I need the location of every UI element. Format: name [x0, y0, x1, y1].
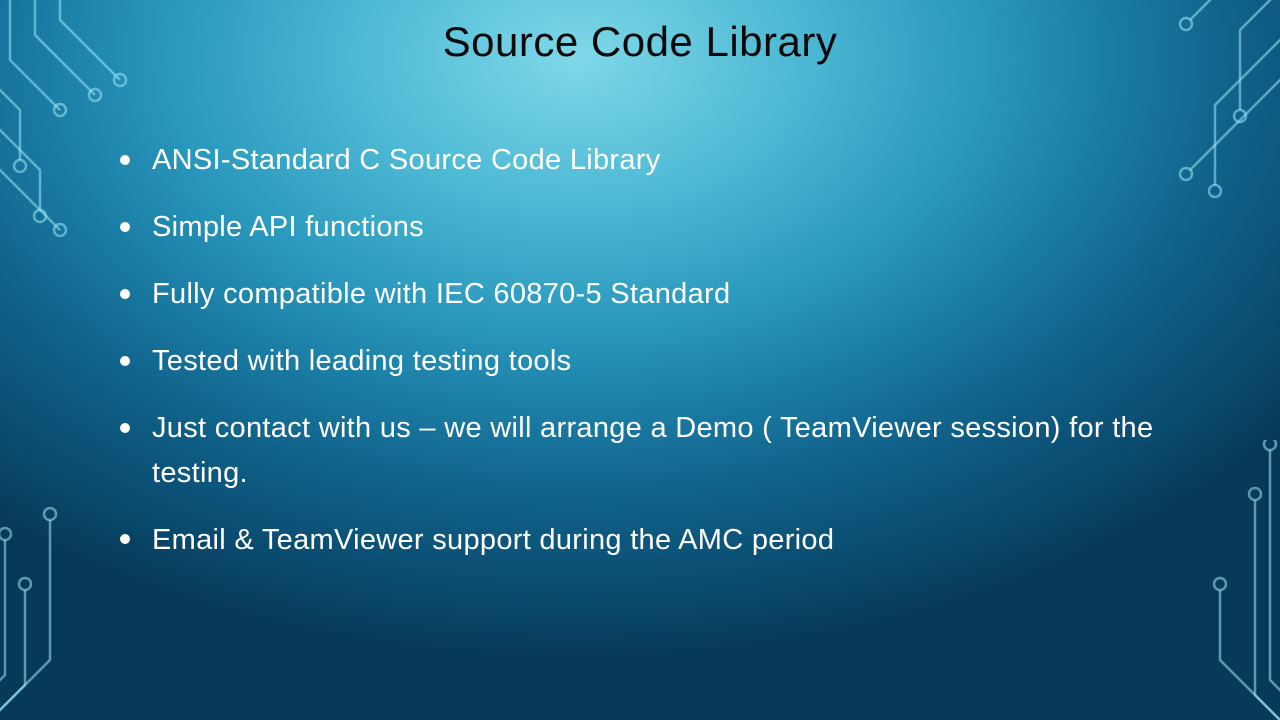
slide: Source Code Library ANSI-Standard C Sour… — [0, 0, 1280, 720]
list-item: ANSI-Standard C Source Code Library — [110, 138, 1160, 183]
list-item: Simple API functions — [110, 205, 1160, 250]
slide-title: Source Code Library — [80, 18, 1200, 66]
list-item: Just contact with us – we will arrange a… — [110, 406, 1160, 496]
list-item: Email & TeamViewer support during the AM… — [110, 518, 1160, 563]
list-item: Tested with leading testing tools — [110, 339, 1160, 384]
list-item: Fully compatible with IEC 60870-5 Standa… — [110, 272, 1160, 317]
bullet-list: ANSI-Standard C Source Code Library Simp… — [110, 138, 1160, 563]
